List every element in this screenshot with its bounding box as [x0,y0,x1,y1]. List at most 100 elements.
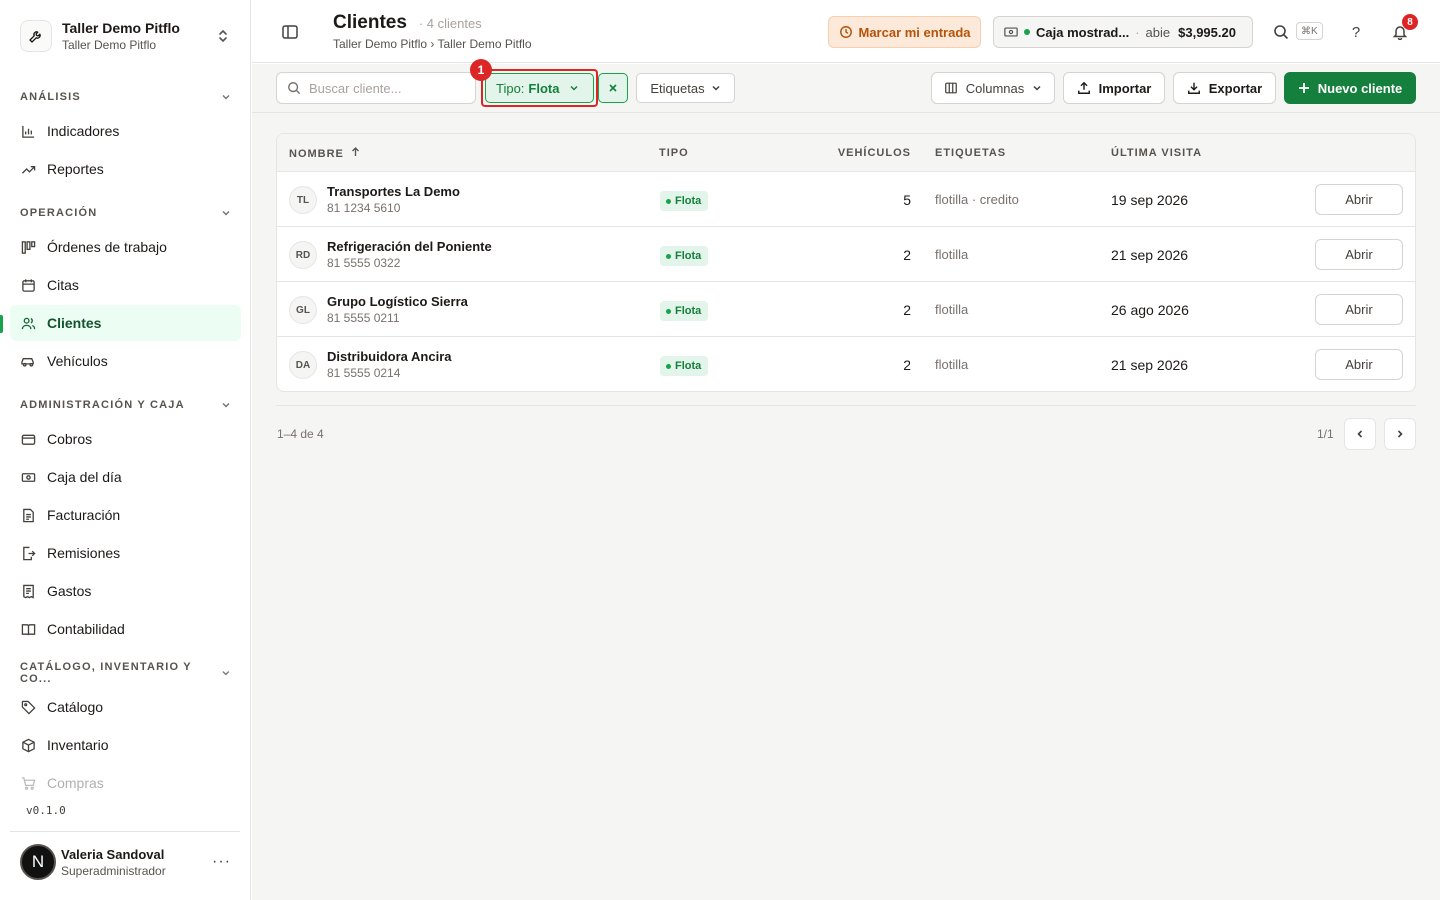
previous-page-button[interactable] [1344,418,1376,450]
sidebar-item-facturacion[interactable]: Facturación [10,497,241,533]
sidebar-item-label: Gastos [47,583,92,599]
section-administracion[interactable]: ADMINISTRACIÓN Y CAJA [10,391,241,419]
type-badge-label: Flota [675,250,702,262]
type-badge: Flota [660,246,709,266]
badge-dot [666,253,671,259]
sidebar-item-ordenes[interactable]: Órdenes de trabajo [10,229,241,265]
org-switcher[interactable]: Taller Demo Pitflo Taller Demo Pitflo [10,8,241,64]
breadcrumb[interactable]: Taller Demo Pitflo › Taller Demo Pitflo [333,37,532,51]
sidebar-item-citas[interactable]: Citas [10,267,241,303]
open-button[interactable]: Abrir [1315,294,1403,325]
sidebar-item-remisiones[interactable]: Remisiones [10,535,241,571]
chevron-down-icon [222,95,230,100]
vehicle-count: 5 [903,192,911,208]
column-header-tags[interactable]: ETIQUETAS [935,147,1006,159]
users-icon [20,315,36,331]
client-tags: flotilla [935,247,969,262]
sidebar-item-contabilidad[interactable]: Contabilidad [10,611,241,647]
client-name[interactable]: Refrigeración del Poniente [327,239,492,254]
toolbar: Tipo: Flota 1 Etiquetas Columnas Importa… [252,59,1440,113]
chevrons-up-down-icon [215,28,231,44]
chevron-right-icon [1397,430,1403,438]
table-row[interactable]: RD Refrigeración del Poniente 81 5555 03… [277,227,1415,282]
clock-in-button[interactable]: Marcar mi entrada [828,16,981,48]
step-marker: 1 [470,59,492,81]
avatar: N [20,844,56,880]
export-button[interactable]: Exportar [1173,72,1276,104]
column-header-last-visit[interactable]: ÚLTIMA VISITA [1111,147,1202,159]
cash-icon [20,469,36,485]
search-icon[interactable] [1271,22,1291,42]
tags-filter-button[interactable]: Etiquetas [636,73,735,103]
clients-table: NOMBRE TIPO VEHÍCULOS ETIQUETAS ÚLTIMA V… [276,133,1416,392]
clear-filter-button[interactable] [598,73,628,103]
table-row[interactable]: GL Grupo Logístico Sierra 81 5555 0211 F… [277,282,1415,337]
user-menu[interactable]: N Valeria Sandoval Superadministrador ··… [10,840,241,884]
sidebar-item-label: Citas [47,277,79,293]
section-catalogo[interactable]: CATÁLOGO, INVENTARIO Y CO... [10,659,241,687]
section-analisis[interactable]: ANÁLISIS [10,83,241,111]
badge-dot [666,308,671,314]
chevron-down-icon [1033,85,1041,91]
section-label: OPERACIÓN [20,207,98,219]
sidebar-item-cobros[interactable]: Cobros [10,421,241,457]
shortcut-hint: ⌘K [1296,22,1323,40]
import-button[interactable]: Importar [1063,72,1165,104]
sidebar-item-inventario[interactable]: Inventario [10,727,241,763]
cash-icon [1004,27,1018,37]
client-name[interactable]: Grupo Logístico Sierra [327,294,468,309]
client-avatar: TL [289,186,317,214]
client-name[interactable]: Distribuidora Ancira [327,349,451,364]
chevron-down-icon [570,85,579,91]
type-badge: Flota [660,356,709,376]
book-icon [20,621,36,637]
cash-register-status: abie [1145,24,1171,40]
column-header-label: NOMBRE [289,148,344,160]
open-button[interactable]: Abrir [1315,184,1403,215]
new-client-button[interactable]: Nuevo cliente [1284,72,1416,104]
table-row[interactable]: TL Transportes La Demo 81 1234 5610 Flot… [277,172,1415,227]
sidebar-item-catalogo[interactable]: Catálogo [10,689,241,725]
import-label: Importar [1098,80,1152,96]
columns-button[interactable]: Columnas [931,72,1055,104]
filter-value: Flota [528,80,560,96]
cash-register-amount: $3,995.20 [1178,24,1236,40]
sidebar-item-clientes[interactable]: Clientes [10,305,241,341]
sidebar-item-indicadores[interactable]: Indicadores [10,113,241,149]
open-button[interactable]: Abrir [1315,349,1403,380]
sidebar-item-caja[interactable]: Caja del día [10,459,241,495]
sidebar-item-compras[interactable]: Compras [10,765,241,801]
type-badge: Flota [660,191,709,211]
cash-register-button[interactable]: Caja mostrad... · abie $3,995.20 [993,16,1253,48]
box-icon [20,737,36,753]
column-header-vehicles[interactable]: VEHÍCULOS [838,147,911,159]
sidebar-item-reportes[interactable]: Reportes [10,151,241,187]
next-page-button[interactable] [1384,418,1416,450]
client-name[interactable]: Transportes La Demo [327,184,460,199]
table-row[interactable]: DA Distribuidora Ancira 81 5555 0214 Flo… [277,337,1415,391]
sidebar-item-label: Reportes [47,161,104,177]
sidebar-item-label: Vehículos [47,353,108,369]
section-operacion[interactable]: OPERACIÓN [10,199,241,227]
search-box[interactable] [276,72,476,104]
column-header-type[interactable]: TIPO [659,147,689,159]
sidebar-item-label: Contabilidad [47,621,125,637]
sidebar-toggle-icon[interactable] [280,22,300,42]
type-filter-chip[interactable]: Tipo: Flota [485,73,594,103]
wrench-icon [20,20,52,52]
search-input[interactable] [309,80,459,96]
plus-icon [1298,83,1309,93]
last-visit: 26 ago 2026 [1111,302,1189,318]
open-button[interactable]: Abrir [1315,239,1403,270]
more-icon[interactable]: ··· [212,853,231,871]
section-label: ANÁLISIS [20,91,81,103]
client-tags: flotilla [935,357,969,372]
app-version: v0.1.0 [26,804,66,817]
sidebar-item-gastos[interactable]: Gastos [10,573,241,609]
page-title: Clientes [333,12,407,33]
help-icon[interactable]: ? [1346,22,1366,42]
sidebar-item-vehiculos[interactable]: Vehículos [10,343,241,379]
column-header-name[interactable]: NOMBRE [289,147,360,160]
vehicle-count: 2 [903,247,911,263]
sidebar-item-label: Remisiones [47,545,121,561]
